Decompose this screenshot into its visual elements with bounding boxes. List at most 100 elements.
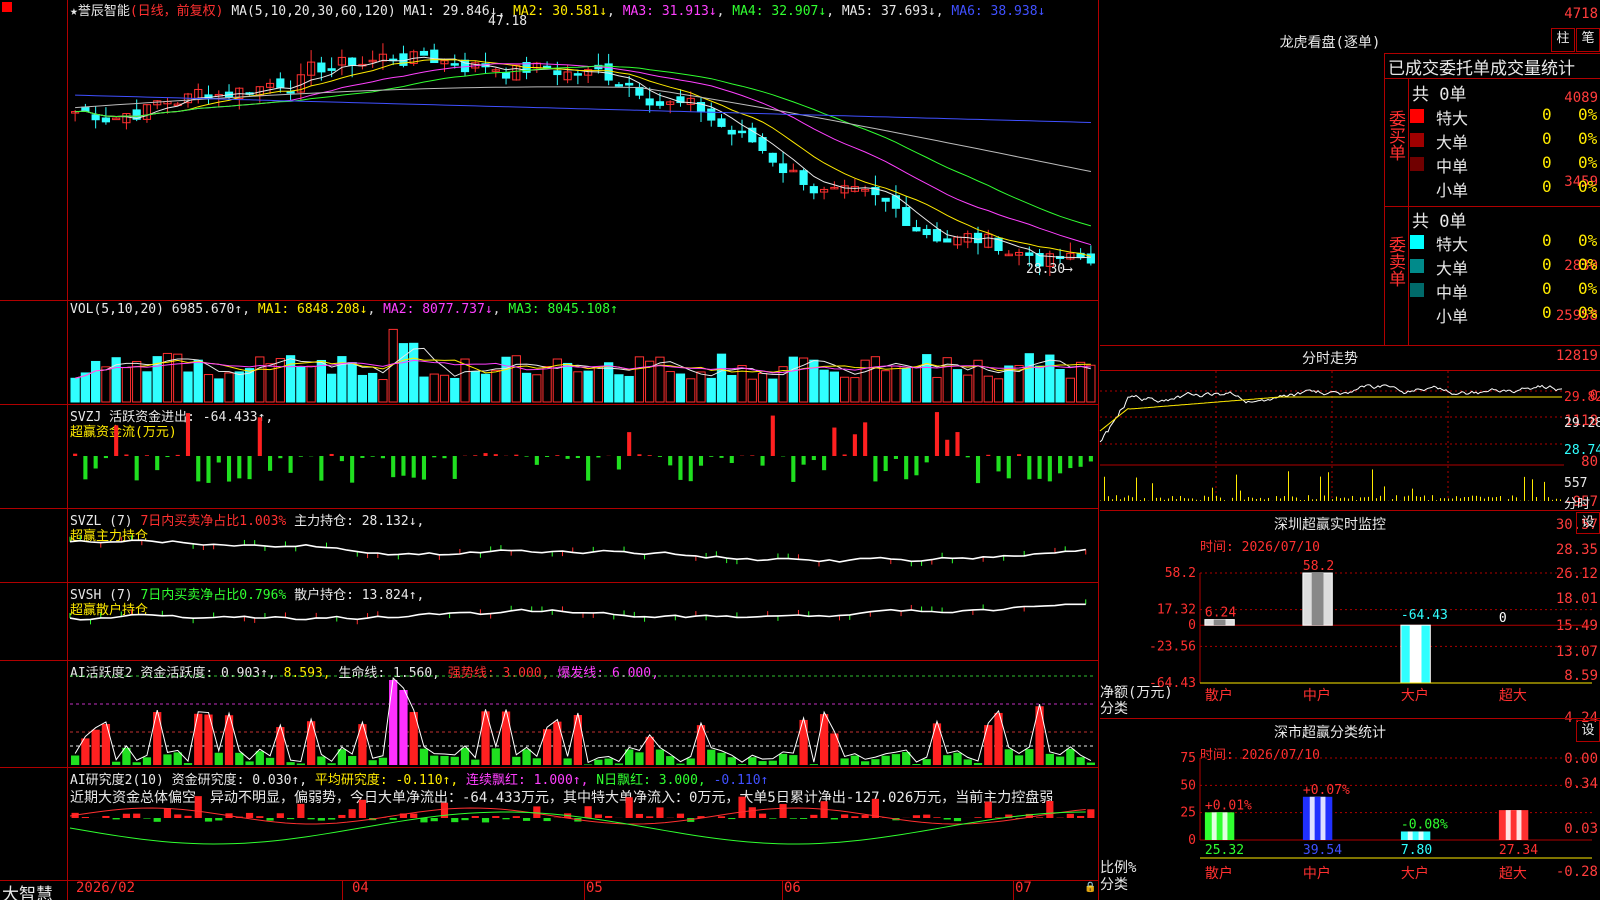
- intraday-tick: 29.28: [1564, 416, 1600, 431]
- flow-bar: [832, 427, 837, 456]
- intraday-vol-bar: [1420, 496, 1421, 501]
- intraday-vol-bar: [1144, 498, 1145, 501]
- activity-bar: [614, 763, 624, 765]
- research-bar: [471, 815, 479, 818]
- intraday-vol-bar: [1316, 499, 1317, 501]
- row-pct: 0%: [1578, 231, 1598, 250]
- svzl-chart[interactable]: [69, 520, 1096, 580]
- volume-bar: [583, 370, 593, 403]
- candlestick-chart[interactable]: [70, 14, 1096, 298]
- ma-line-20: [75, 62, 1092, 246]
- intraday-vol-bar: [1284, 496, 1285, 501]
- intraday-vol-bar: [1156, 497, 1157, 501]
- research-bar: [625, 797, 633, 818]
- intraday-vol-bar: [1324, 495, 1325, 501]
- flow-bar: [514, 454, 519, 456]
- row-pct: 0%: [1578, 255, 1598, 274]
- buy-row: 特大 0 0%: [1410, 104, 1600, 128]
- intraday-vol-bar: [1364, 497, 1365, 501]
- activity-bar: [173, 752, 182, 765]
- volume-bar: [470, 371, 480, 403]
- intraday-vol-bar: [1332, 499, 1333, 501]
- main-panel-marker: [2, 2, 12, 12]
- candle-down: [81, 106, 90, 112]
- candle-down: [758, 137, 767, 151]
- intraday-chart[interactable]: [1099, 371, 1564, 508]
- intraday-vol-bar: [1124, 497, 1125, 501]
- volume-bar: [850, 377, 860, 403]
- sell-row: 特大 0 0%: [1410, 230, 1600, 254]
- intraday-vol-bar: [1348, 498, 1349, 501]
- sc-settings-button[interactable]: 设: [1576, 720, 1600, 742]
- volume-chart[interactable]: [70, 314, 1096, 403]
- row-label: 中单: [1436, 157, 1469, 176]
- sc-change-label: -0.08%: [1401, 817, 1448, 832]
- volume-bar: [614, 374, 624, 403]
- dragon-title: 龙虎看盘(逐单): [1279, 35, 1381, 51]
- flow-bar: [144, 455, 150, 456]
- lock-icon[interactable]: 🔒: [1084, 882, 1096, 893]
- flow-bar: [627, 432, 632, 456]
- flow-bar: [668, 456, 673, 466]
- ai-research-chart[interactable]: [69, 796, 1096, 878]
- volume-bar: [285, 355, 296, 403]
- sz-settings-button[interactable]: 设: [1576, 512, 1600, 534]
- flow-bar: [873, 456, 878, 482]
- intraday-vol-bar: [1216, 495, 1217, 501]
- intraday-vol-bar: [1408, 495, 1409, 501]
- research-bar: [276, 813, 284, 818]
- flow-bar: [401, 456, 406, 476]
- research-bar: [358, 799, 367, 818]
- research-bar: [933, 817, 941, 818]
- volume-bar: [491, 369, 501, 403]
- intraday-vol-bar: [1140, 500, 1141, 501]
- volume-bar: [747, 378, 757, 403]
- activity-bar: [861, 761, 870, 765]
- volume-bar: [501, 356, 511, 403]
- research-bar: [461, 818, 469, 821]
- panel-separator: [0, 767, 1098, 768]
- tick-mode-button[interactable]: 笔: [1576, 28, 1600, 52]
- row-label: 特大: [1436, 109, 1469, 128]
- research-line-green: [69, 811, 1086, 845]
- flow-bar: [965, 456, 970, 458]
- row-count: 0: [1542, 177, 1552, 196]
- svsh-chart[interactable]: [69, 594, 1096, 658]
- flow-bar: [904, 456, 909, 480]
- activity-bar: [512, 756, 521, 765]
- svzj-chart[interactable]: [70, 412, 1096, 506]
- ai-activity-chart[interactable]: [70, 674, 1096, 765]
- flow-bar: [883, 456, 888, 472]
- volume-bar: [70, 377, 80, 403]
- research-bar: [153, 818, 161, 822]
- sz-monitor-chart[interactable]: 58.217.320-23.56-64.436.24散户58.2中户-64.43…: [1100, 555, 1600, 715]
- intraday-vol-bar: [1436, 500, 1437, 501]
- flow-bar: [996, 456, 1001, 472]
- research-bar: [861, 815, 869, 818]
- sc-stats-chart[interactable]: 75 50 25 0 +0.01% 25.32 散户 +0.07% 39.54 中户 -0.08% 7…: [1100, 751, 1600, 900]
- volume-ma-line: [75, 359, 1091, 379]
- row-pct: 0%: [1578, 177, 1598, 196]
- activity-bar: [891, 754, 901, 765]
- intraday-vol-bar: [1320, 476, 1321, 501]
- row-pct: 0%: [1578, 129, 1598, 148]
- row-pct: 0%: [1578, 303, 1598, 322]
- intraday-vol-bar: [1220, 497, 1221, 501]
- x-divider: [782, 880, 783, 900]
- activity-bar: [1086, 762, 1095, 765]
- brand-logo[interactable]: 大智慧: [2, 880, 53, 900]
- activity-bar: [440, 756, 449, 765]
- bar-mode-button[interactable]: 柱: [1551, 28, 1575, 52]
- volume-bar: [398, 343, 409, 403]
- activity-bar: [912, 764, 921, 765]
- sz-y-tick: 17.32: [1157, 603, 1196, 618]
- sc-bar-core: [1216, 812, 1223, 840]
- volume-bar: [214, 378, 224, 403]
- candle-down: [625, 82, 634, 86]
- sc-y-tick: 75: [1180, 751, 1196, 766]
- intraday-vol-bar: [1472, 495, 1473, 501]
- activity-bar: [1076, 757, 1085, 765]
- intraday-vol-bar: [1536, 497, 1537, 501]
- activity-bar: [748, 757, 757, 765]
- research-bar: [779, 804, 787, 818]
